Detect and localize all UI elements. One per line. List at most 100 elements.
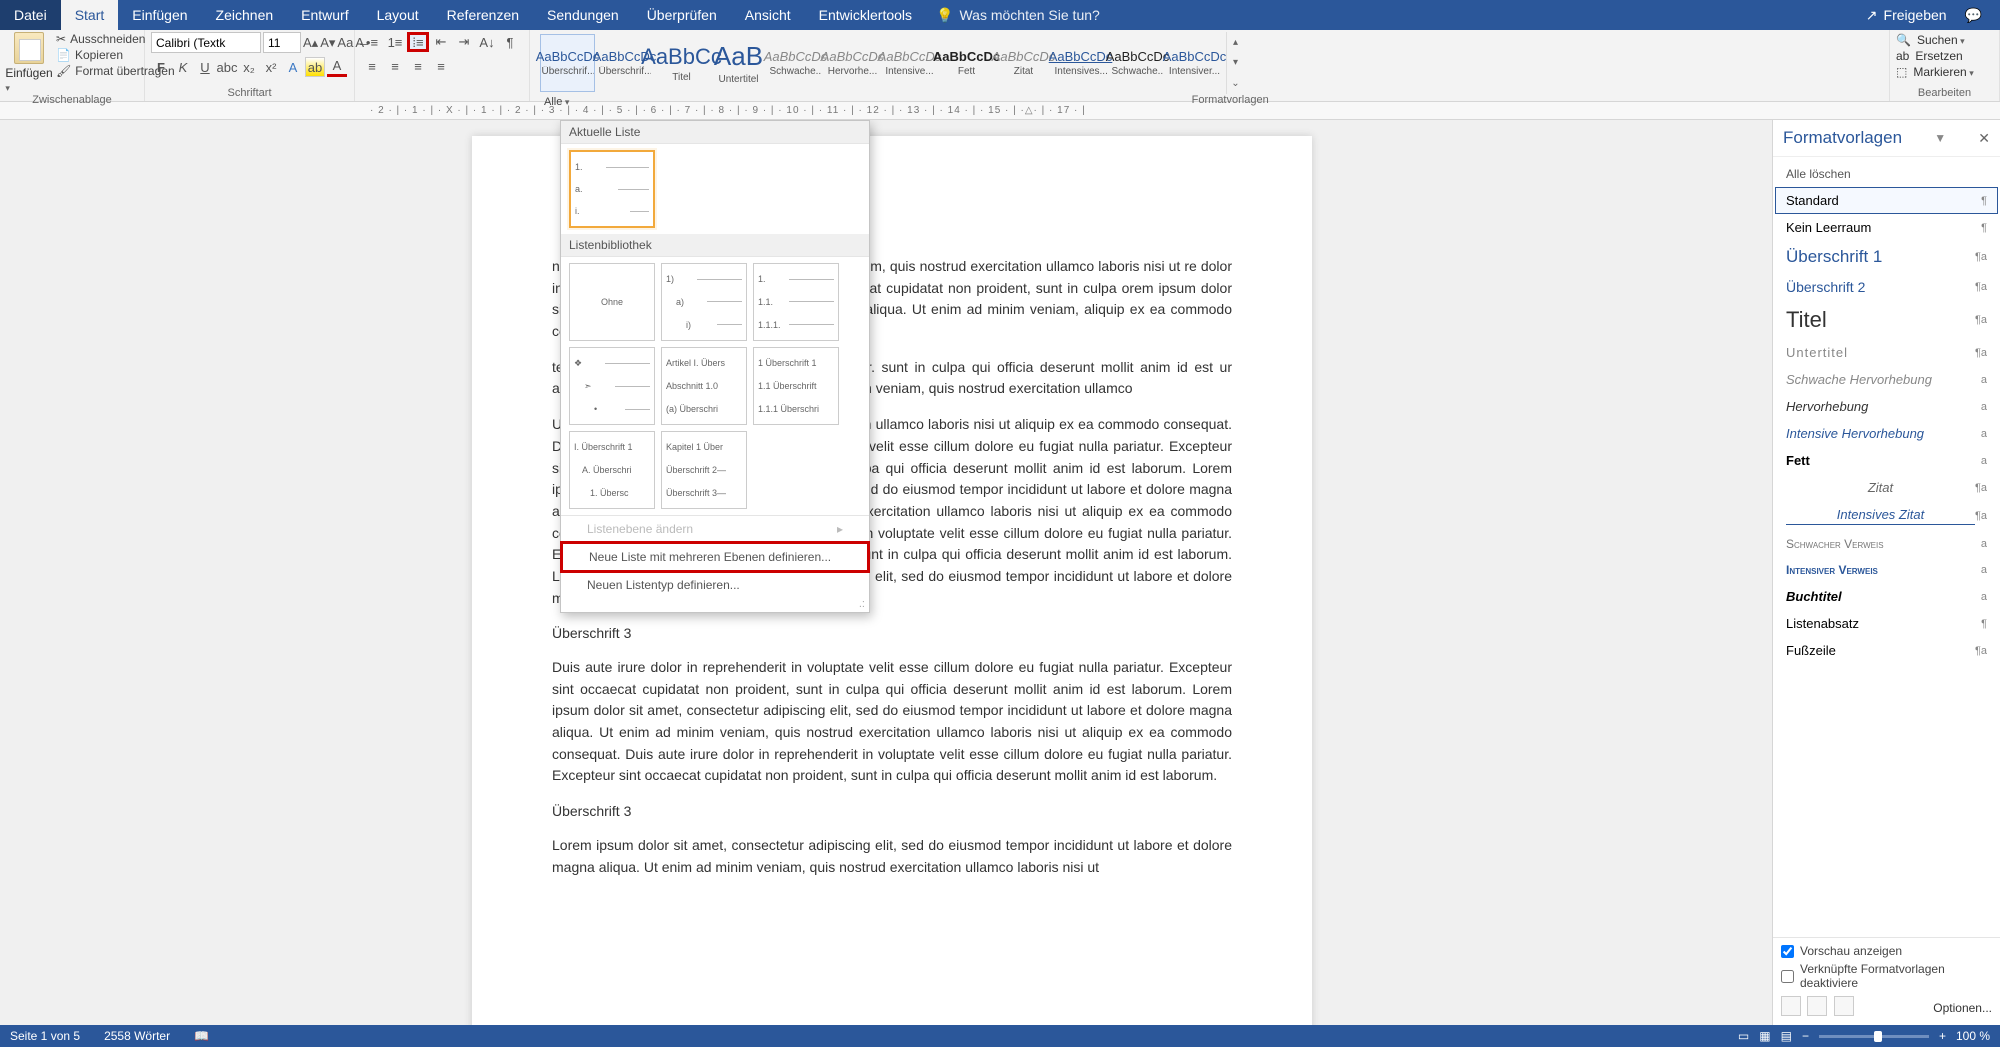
style-tile[interactable]: AaBbCcDcIntensives... bbox=[1053, 34, 1108, 92]
comments-icon[interactable]: 💬 bbox=[1965, 7, 1982, 24]
style-entry[interactable]: Zitat¶a bbox=[1775, 474, 1998, 501]
list-thumb-IA1[interactable]: I. Überschrift 1 A. Überschri 1. Übersc bbox=[569, 431, 655, 509]
select-button[interactable]: ⬚Markieren bbox=[1896, 64, 1993, 80]
decrease-indent-icon[interactable]: ⇤ bbox=[430, 32, 452, 52]
style-entry[interactable]: Standard¶ bbox=[1775, 187, 1998, 214]
multilevel-list-icon[interactable]: ⁞≡ bbox=[407, 32, 429, 52]
style-entry[interactable]: Intensives Zitat¶a bbox=[1775, 501, 1998, 531]
style-inspector-icon[interactable] bbox=[1807, 996, 1827, 1016]
view-print-icon[interactable]: ▦ bbox=[1759, 1029, 1770, 1043]
styles-gallery-more[interactable]: ▴▾⌄ bbox=[1226, 32, 1244, 94]
style-tile[interactable]: AaBbCcDcSchwache... bbox=[768, 34, 823, 92]
numbering-icon[interactable]: 1≡ bbox=[384, 32, 406, 52]
justify-icon[interactable]: ≡ bbox=[430, 56, 452, 76]
list-thumb-current[interactable]: 1. a. i. bbox=[569, 150, 655, 228]
bold-icon[interactable]: F bbox=[151, 57, 171, 77]
manage-styles-icon[interactable] bbox=[1834, 996, 1854, 1016]
clear-all-entry[interactable]: Alle löschen bbox=[1775, 161, 1998, 187]
style-tile[interactable]: AaBbCcDcÜberschrif... bbox=[540, 34, 595, 92]
style-tile[interactable]: AaBbCcDcFett bbox=[939, 34, 994, 92]
menu-tab-sendungen[interactable]: Sendungen bbox=[533, 0, 633, 30]
font-size-input[interactable] bbox=[263, 32, 301, 53]
list-thumb-bullets[interactable]: ❖ ➣ • bbox=[569, 347, 655, 425]
paragraph[interactable]: Duis aute irure dolor in reprehenderit i… bbox=[552, 657, 1232, 787]
menu-tab-datei[interactable]: Datei bbox=[0, 0, 61, 30]
font-color-icon[interactable]: A bbox=[327, 57, 347, 77]
style-entry[interactable]: Schwache Hervorhebunga bbox=[1775, 366, 1998, 393]
tell-me-search[interactable]: 💡 Was möchten Sie tun? bbox=[936, 7, 1100, 24]
style-tile[interactable]: AaBUntertitel bbox=[711, 34, 766, 92]
italic-icon[interactable]: K bbox=[173, 57, 193, 77]
style-entry[interactable]: Titel¶a bbox=[1775, 301, 1998, 339]
style-entry[interactable]: Kein Leerraum¶ bbox=[1775, 214, 1998, 241]
style-entry[interactable]: Hervorhebunga bbox=[1775, 393, 1998, 420]
menu-tab-referenzen[interactable]: Referenzen bbox=[433, 0, 533, 30]
find-button[interactable]: 🔍Suchen bbox=[1896, 32, 1993, 48]
preview-checkbox[interactable]: Vorschau anzeigen bbox=[1781, 944, 1992, 958]
document-scroll[interactable]: ng elit, sed do eiusmod tempor incididun… bbox=[0, 120, 1772, 1025]
define-new-multilevel-list-item[interactable]: Neue Liste mit mehreren Ebenen definiere… bbox=[560, 541, 870, 573]
style-tile[interactable]: AaBbCcDcIntensiver... bbox=[1167, 34, 1222, 92]
define-new-list-type-item[interactable]: Neuen Listentyp definieren... bbox=[561, 572, 869, 598]
list-thumb-chapter[interactable]: Kapitel 1 Über Überschrift 2— Überschrif… bbox=[661, 431, 747, 509]
shrink-font-icon[interactable]: A▾ bbox=[320, 33, 335, 53]
superscript-icon[interactable]: x² bbox=[261, 57, 281, 77]
share-button[interactable]: ↗ Freigeben bbox=[1866, 7, 1947, 24]
style-entry[interactable]: Listenabsatz¶ bbox=[1775, 610, 1998, 637]
replace-button[interactable]: abErsetzen bbox=[1896, 48, 1993, 64]
resize-grip-icon[interactable]: .: bbox=[561, 598, 869, 612]
list-thumb-article[interactable]: Artikel I. Übers Abschnitt 1.0 (a) Übers… bbox=[661, 347, 747, 425]
menu-tab-zeichnen[interactable]: Zeichnen bbox=[202, 0, 288, 30]
status-spell-icon[interactable]: 📖 bbox=[194, 1029, 209, 1043]
style-entry[interactable]: Überschrift 2¶a bbox=[1775, 273, 1998, 301]
menu-tab-entwurf[interactable]: Entwurf bbox=[287, 0, 362, 30]
underline-icon[interactable]: U bbox=[195, 57, 215, 77]
menu-tab-entwicklertools[interactable]: Entwicklertools bbox=[805, 0, 926, 30]
style-entry[interactable]: Fetta bbox=[1775, 447, 1998, 474]
font-name-input[interactable] bbox=[151, 32, 261, 53]
zoom-in-icon[interactable]: + bbox=[1939, 1029, 1946, 1043]
zoom-out-icon[interactable]: − bbox=[1802, 1029, 1809, 1043]
style-entry[interactable]: Schwacher Verweisa bbox=[1775, 531, 1998, 557]
status-word-count[interactable]: 2558 Wörter bbox=[104, 1029, 170, 1043]
align-right-icon[interactable]: ≡ bbox=[407, 56, 429, 76]
new-style-icon[interactable] bbox=[1781, 996, 1801, 1016]
align-left-icon[interactable]: ≡ bbox=[361, 56, 383, 76]
heading-3[interactable]: Überschrift 3 bbox=[552, 801, 1232, 823]
style-entry[interactable]: Intensiver Verweisa bbox=[1775, 557, 1998, 583]
paragraph[interactable]: Lorem ipsum dolor sit amet, consectetur … bbox=[552, 835, 1232, 878]
status-page[interactable]: Seite 1 von 5 bbox=[10, 1029, 80, 1043]
list-thumb-none[interactable]: Ohne bbox=[569, 263, 655, 341]
list-thumb-1ai-paren[interactable]: 1) a) i) bbox=[661, 263, 747, 341]
menu-tab-layout[interactable]: Layout bbox=[363, 0, 433, 30]
close-icon[interactable]: ✕ bbox=[1978, 130, 1990, 147]
sort-icon[interactable]: A↓ bbox=[476, 32, 498, 52]
zoom-slider[interactable] bbox=[1819, 1035, 1929, 1038]
heading-3[interactable]: Überschrift 3 bbox=[552, 623, 1232, 645]
increase-indent-icon[interactable]: ⇥ bbox=[453, 32, 475, 52]
strike-icon[interactable]: abc bbox=[217, 57, 237, 77]
text-effects-icon[interactable]: A bbox=[283, 57, 303, 77]
style-entry[interactable]: Untertitel¶a bbox=[1775, 339, 1998, 366]
view-web-icon[interactable]: ▤ bbox=[1781, 1029, 1792, 1043]
style-entry[interactable]: Intensive Hervorhebunga bbox=[1775, 420, 1998, 447]
menu-tab-überprüfen[interactable]: Überprüfen bbox=[633, 0, 731, 30]
highlight-icon[interactable]: ab bbox=[305, 57, 325, 77]
align-center-icon[interactable]: ≡ bbox=[384, 56, 406, 76]
styles-pane-dropdown-icon[interactable]: ▼ bbox=[1934, 131, 1946, 145]
menu-tab-ansicht[interactable]: Ansicht bbox=[731, 0, 805, 30]
paste-button[interactable]: Einfügen bbox=[6, 32, 52, 94]
bullets-icon[interactable]: •≡ bbox=[361, 32, 383, 52]
view-read-icon[interactable]: ▭ bbox=[1738, 1029, 1749, 1043]
zoom-level[interactable]: 100 % bbox=[1956, 1029, 1990, 1043]
show-marks-icon[interactable]: ¶ bbox=[499, 32, 521, 52]
style-entry[interactable]: Überschrift 1¶a bbox=[1775, 241, 1998, 273]
list-thumb-111[interactable]: 1. 1.1. 1.1.1. bbox=[753, 263, 839, 341]
style-tile[interactable]: AaBbCcDcZitat bbox=[996, 34, 1051, 92]
disable-linked-checkbox[interactable]: Verknüpfte Formatvorlagen deaktiviere bbox=[1781, 962, 1992, 990]
change-case-icon[interactable]: Aa bbox=[337, 33, 353, 53]
style-tile[interactable]: AaBbCcDcSchwache... bbox=[1110, 34, 1165, 92]
style-tile[interactable]: AaBbCcDcHervorhe... bbox=[825, 34, 880, 92]
style-entry[interactable]: Fußzeile¶a bbox=[1775, 637, 1998, 664]
style-tile[interactable]: AaBbCcTitel bbox=[654, 34, 709, 92]
